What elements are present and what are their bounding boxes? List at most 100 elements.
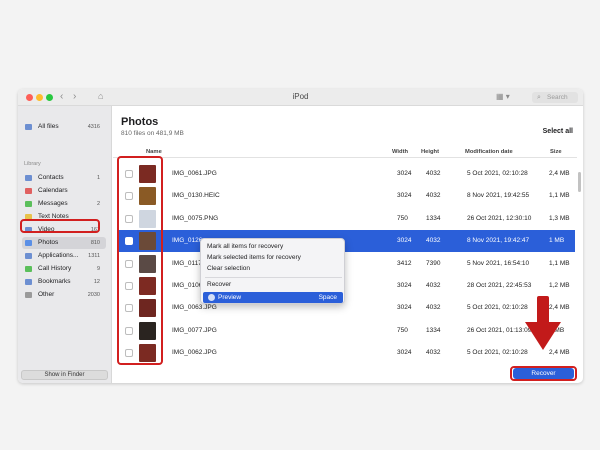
cell-date: 26 Oct 2021, 01:13:09 bbox=[467, 326, 532, 334]
cell-date: 8 Nov 2021, 19:42:47 bbox=[467, 237, 530, 245]
sidebar-item-icon bbox=[25, 279, 32, 285]
sidebar-item-other[interactable]: Other 2030 bbox=[22, 289, 106, 301]
sidebar-item-count: 12 bbox=[93, 279, 100, 285]
sidebar-item-label: Applications... bbox=[38, 252, 79, 259]
table-header: Name Width Height Modification date Size bbox=[113, 146, 577, 158]
sidebar-item-bookmarks[interactable]: Bookmarks 12 bbox=[22, 276, 106, 288]
page-title: Photos bbox=[121, 116, 159, 128]
cell-height: 4032 bbox=[426, 349, 441, 357]
cell-date: 5 Oct 2021, 02:10:28 bbox=[467, 304, 528, 312]
cell-width: 750 bbox=[397, 326, 408, 334]
menu-item-mark-all[interactable]: Mark all items for recovery bbox=[207, 243, 283, 250]
sidebar-item-count: 4316 bbox=[87, 124, 100, 130]
select-all-button[interactable]: Select all bbox=[543, 128, 573, 135]
column-header-date[interactable]: Modification date bbox=[465, 149, 513, 155]
cell-height: 7390 bbox=[426, 259, 441, 267]
main-content: Photos 810 files on 481,9 MB Select all … bbox=[113, 106, 583, 383]
cell-height: 4032 bbox=[426, 237, 441, 245]
cell-width: 3024 bbox=[397, 282, 412, 289]
sidebar-item-label: Contacts bbox=[38, 174, 64, 181]
sidebar-item-count: 1311 bbox=[88, 253, 100, 259]
column-header-size[interactable]: Size bbox=[550, 149, 562, 155]
sidebar-item-applications[interactable]: Applications... 1311 bbox=[22, 250, 106, 262]
cell-height: 1334 bbox=[426, 214, 441, 222]
cell-name: IMG_0077.JPG bbox=[172, 326, 217, 334]
sidebar-item-count: 1 bbox=[96, 175, 100, 181]
sidebar-item-label: Messages bbox=[38, 200, 68, 207]
sidebar-item-count: 810 bbox=[90, 240, 100, 246]
cell-height: 4032 bbox=[426, 192, 441, 200]
table-row[interactable]: IMG_0106. 3024 4032 28 Oct 2021, 22:45:53 1,… bbox=[117, 275, 575, 297]
menu-item-mark-selected[interactable]: Mark selected items for recovery bbox=[207, 254, 301, 261]
scrollbar[interactable] bbox=[578, 172, 581, 192]
sidebar-item-photos[interactable]: Photos 810 bbox=[22, 237, 106, 249]
sidebar-item-label: Bookmarks bbox=[38, 278, 71, 285]
sidebar-item-count: 2030 bbox=[87, 292, 100, 298]
sidebar-item-call-history[interactable]: Call History 9 bbox=[22, 263, 106, 275]
table-row[interactable]: IMG_0117. 3412 7390 5 Nov 2021, 16:54:10 1,1… bbox=[117, 253, 575, 275]
cell-name: IMG_0130.HEIC bbox=[172, 192, 220, 200]
sidebar-item-icon bbox=[25, 240, 32, 246]
column-header-width[interactable]: Width bbox=[392, 149, 408, 155]
cell-date: 5 Oct 2021, 02:10:28 bbox=[467, 349, 528, 357]
search-input[interactable]: ⌕ Search bbox=[532, 92, 578, 103]
cell-size: 2,4 MB bbox=[549, 304, 570, 312]
context-menu: Mark all items for recovery Mark selecte… bbox=[200, 238, 345, 304]
cell-size: 1,2 MB bbox=[549, 282, 570, 289]
table-row[interactable]: IMG_0062.JPG 3024 4032 5 Oct 2021, 02:10:28… bbox=[117, 342, 575, 364]
app-window: ‹ › ⌂ iPod ▦ ▾ ⌕ Search All files 4316 L… bbox=[18, 89, 583, 383]
sidebar-item-messages[interactable]: Messages 2 bbox=[22, 198, 106, 210]
cell-date: 5 Nov 2021, 16:54:10 bbox=[467, 259, 530, 267]
cell-width: 3024 bbox=[397, 349, 412, 357]
cell-name: IMG_0063.JPG bbox=[172, 304, 217, 312]
page-subtitle: 810 files on 481,9 MB bbox=[121, 130, 184, 137]
cell-width: 3024 bbox=[397, 192, 412, 200]
cell-date: 28 Oct 2021, 22:45:53 bbox=[467, 282, 532, 289]
cell-date: 5 Oct 2021, 02:10:28 bbox=[467, 170, 528, 177]
view-options-icon[interactable]: ▦ ▾ bbox=[496, 92, 510, 101]
column-header-height[interactable]: Height bbox=[421, 149, 439, 155]
sidebar-item-icon bbox=[25, 292, 32, 298]
table-row[interactable]: IMG_0063.JPG 3024 4032 5 Oct 2021, 02:10:28… bbox=[117, 297, 575, 319]
annotation-highlight-recover bbox=[510, 366, 577, 381]
sidebar-item-all-files[interactable]: All files 4316 bbox=[22, 121, 106, 133]
sidebar-item-calendars[interactable]: Calendars bbox=[22, 185, 106, 197]
search-placeholder: Search bbox=[547, 94, 568, 101]
cell-height: 4032 bbox=[426, 170, 441, 177]
sidebar-item-icon bbox=[25, 188, 32, 194]
cell-size: 1 MB bbox=[549, 237, 565, 245]
cell-size: 1,3 MB bbox=[549, 214, 570, 222]
menu-item-recover[interactable]: Recover bbox=[207, 281, 231, 288]
sidebar-item-label: All files bbox=[38, 123, 59, 130]
menu-item-preview-shortcut: Space bbox=[318, 294, 337, 301]
menu-item-clear-selection[interactable]: Clear selection bbox=[207, 265, 250, 272]
column-header-name[interactable]: Name bbox=[146, 149, 162, 155]
cell-width: 750 bbox=[397, 214, 408, 222]
sidebar-item-count: 2 bbox=[96, 201, 100, 207]
annotation-highlight-checkboxes bbox=[117, 156, 163, 365]
cell-size: 2,4 MB bbox=[549, 170, 570, 177]
sidebar: All files 4316 Library Contacts 1 Calendar… bbox=[18, 106, 112, 383]
show-in-finder-button[interactable]: Show in Finder bbox=[21, 370, 108, 380]
title-bar: ‹ › ⌂ iPod ▦ ▾ ⌕ Search bbox=[18, 89, 583, 106]
cell-size: 1,1 MB bbox=[549, 192, 570, 200]
table-row[interactable]: IMG_0126. 3024 4032 8 Nov 2021, 19:42:47 1 M… bbox=[117, 230, 575, 253]
cell-height: 4032 bbox=[426, 304, 441, 312]
sidebar-item-icon bbox=[25, 201, 32, 207]
table-row[interactable]: IMG_0075.PNG 750 1334 26 Oct 2021, 12:30:10… bbox=[117, 208, 575, 230]
table-row[interactable]: IMG_0077.JPG 750 1334 26 Oct 2021, 01:13:09… bbox=[117, 320, 575, 342]
annotation-highlight-photos bbox=[20, 219, 100, 233]
menu-item-preview[interactable]: Preview Space bbox=[203, 292, 343, 303]
cell-name: IMG_0075.PNG bbox=[172, 214, 219, 222]
sidebar-item-icon bbox=[25, 253, 32, 259]
cell-width: 3412 bbox=[397, 259, 412, 267]
cell-name: IMG_0117. bbox=[172, 259, 204, 267]
cell-width: 3024 bbox=[397, 237, 412, 245]
cell-name: IMG_0062.JPG bbox=[172, 349, 217, 357]
table-row[interactable]: IMG_0061.JPG 3024 4032 5 Oct 2021, 02:10:28… bbox=[117, 163, 575, 185]
table-row[interactable]: IMG_0130.HEIC 3024 4032 8 Nov 2021, 19:42:5… bbox=[117, 185, 575, 207]
sidebar-item-label: Calendars bbox=[38, 187, 68, 194]
cell-height: 1334 bbox=[426, 326, 441, 334]
annotation-arrow-stem bbox=[537, 296, 549, 324]
sidebar-item-contacts[interactable]: Contacts 1 bbox=[22, 172, 106, 184]
